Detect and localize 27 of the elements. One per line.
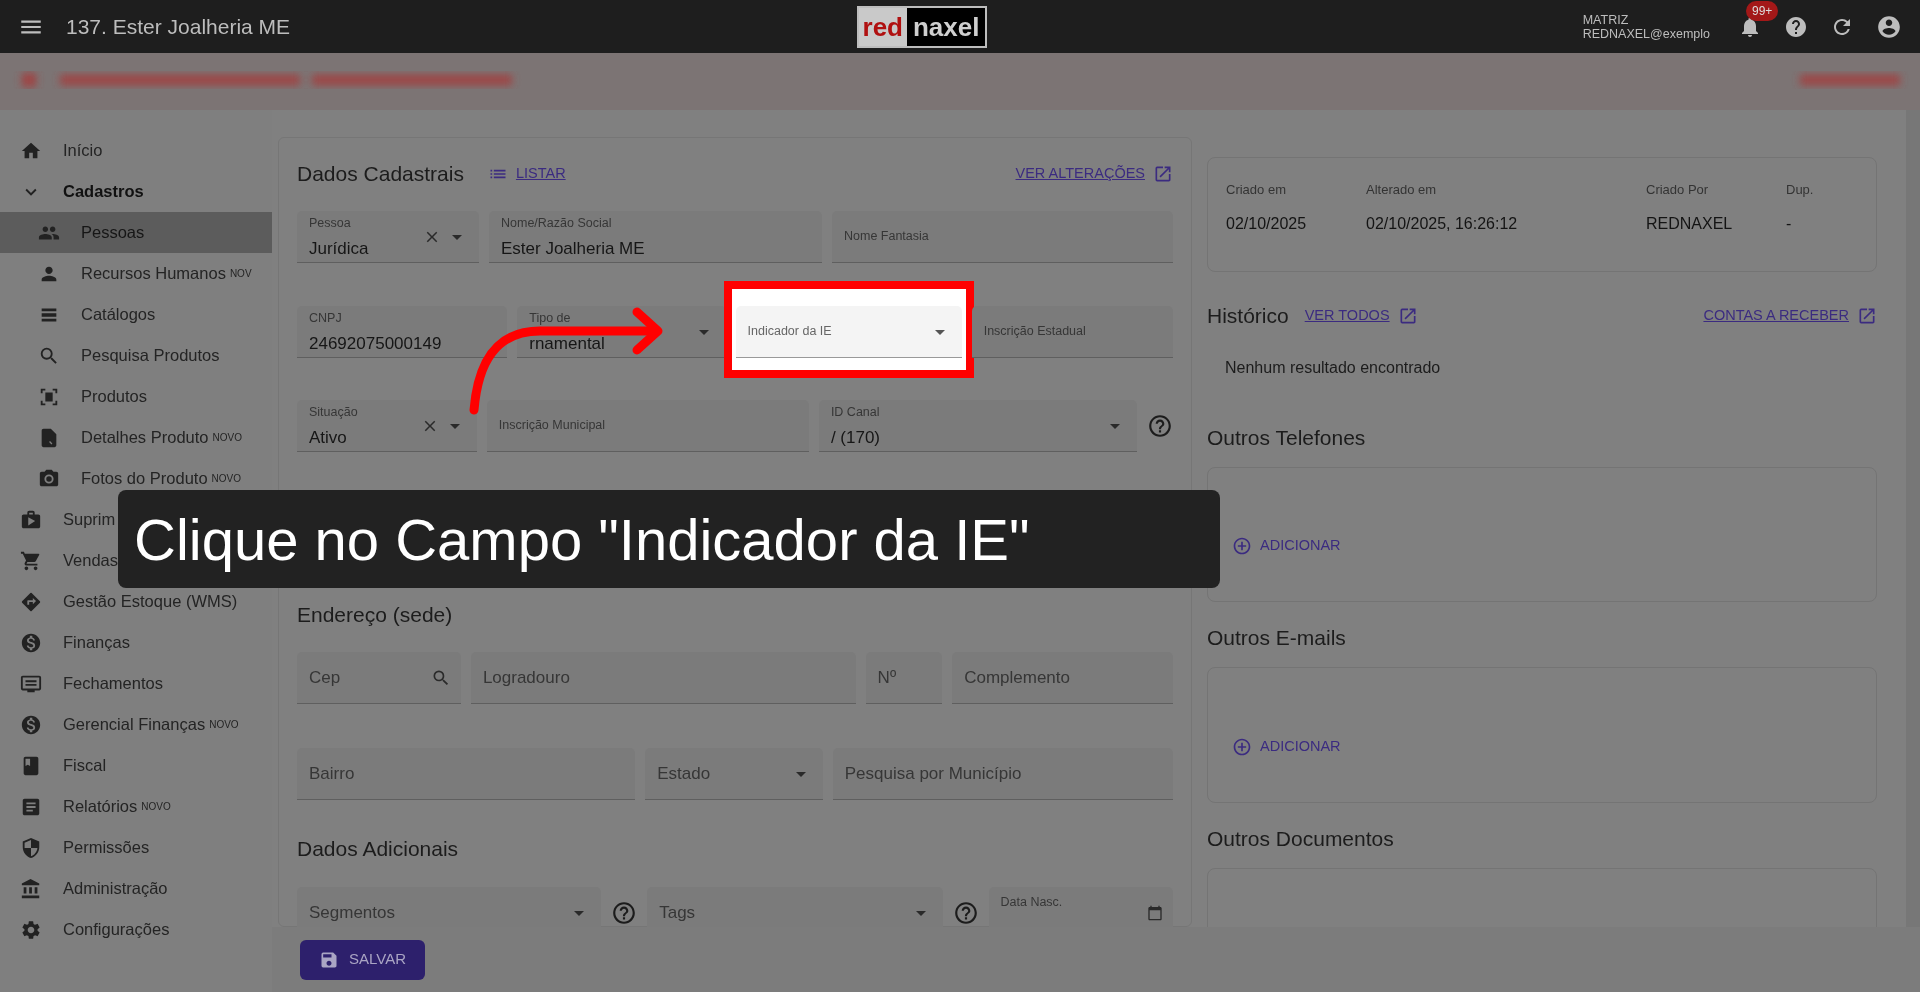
page-title: 137. Ester Joalheria ME — [66, 13, 291, 40]
user-email: REDNAXEL@exemplo — [1582, 26, 1710, 41]
section-title: Outros Documentos — [1207, 826, 1394, 853]
section-title: Histórico — [1207, 303, 1289, 330]
instruction-tooltip: Clique no Campo "Indicador da IE" — [118, 490, 1220, 588]
info-value: - — [1786, 213, 1793, 234]
new-tag: NOV — [229, 266, 252, 281]
new-tag: NOVO — [211, 471, 242, 486]
info-label: Dup. — [1786, 181, 1815, 199]
logo: red naxel — [856, 5, 988, 48]
info-value: 02/10/2025 — [1226, 213, 1308, 234]
section-title: Endereço (sede) — [297, 602, 453, 629]
new-tag: NOVO — [209, 717, 239, 732]
branch-name: MATRIZ — [1582, 12, 1630, 27]
empty-message: Nenhum resultado encontrado — [1224, 358, 1442, 378]
info-value: 02/10/2025, 16:26:12 — [1366, 213, 1519, 234]
info-value: REDNAXEL — [1646, 213, 1734, 234]
info-label: Criado em — [1226, 181, 1287, 199]
info-label: Criado Por — [1646, 181, 1710, 199]
new-tag: NOVO — [212, 430, 242, 445]
new-tag: NOVO — [141, 799, 171, 814]
notification-badge: 99+ — [1746, 0, 1779, 21]
section-title: Outros Telefones — [1207, 425, 1366, 452]
section-title: Dados Adicionais — [297, 836, 459, 863]
info-label: Alterado em — [1366, 181, 1438, 199]
section-title: Dados Cadastrais — [297, 161, 464, 188]
section-title: Outros E-mails — [1207, 625, 1346, 652]
